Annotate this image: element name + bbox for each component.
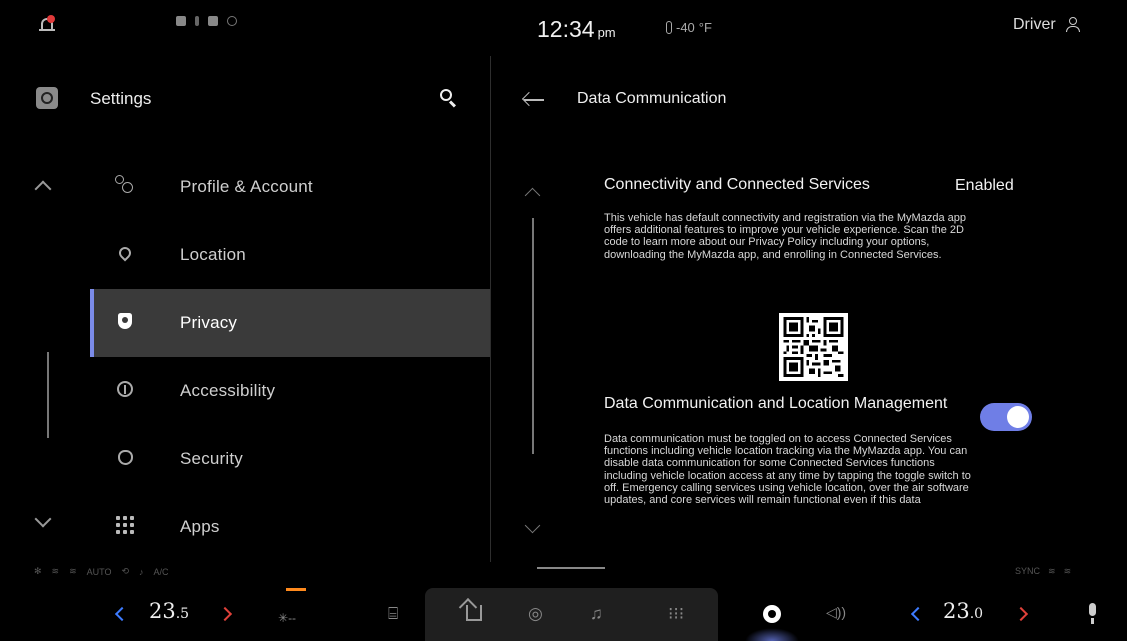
menu-item-label: Accessibility xyxy=(180,381,276,400)
right-temperature: 23.0 xyxy=(943,599,983,623)
connectivity-title: Connectivity and Connected Services xyxy=(604,176,870,193)
bottom-bar: 23.5 ✳-- ⌸ ◎ ♫ ⁝⁝⁝ ◁)) 23.0 xyxy=(0,588,1127,641)
left-temp-down-icon[interactable] xyxy=(114,606,130,622)
right-temp-up-icon[interactable] xyxy=(1013,606,1029,622)
left-temp-int: 23 xyxy=(149,599,176,623)
outside-temp-value: -40 xyxy=(676,20,695,35)
data-communication-toggle[interactable] xyxy=(980,403,1032,431)
fan-speed[interactable]: ✳-- xyxy=(278,611,296,625)
settings-title: Settings xyxy=(90,89,152,108)
driver-label: Driver xyxy=(1013,16,1056,33)
menu-item-apps[interactable]: Apps xyxy=(90,493,490,561)
back-arrow-icon[interactable] xyxy=(521,91,544,108)
notification-bell-icon[interactable] xyxy=(38,14,56,34)
status-bar: 12:34 pm -40 °F Driver xyxy=(0,0,1127,52)
notification-area[interactable] xyxy=(38,14,56,34)
detail-scrollbar[interactable] xyxy=(532,218,534,454)
seat-vent-icon: ≋ xyxy=(1063,566,1072,576)
toggle-knob xyxy=(1007,406,1029,428)
location-pin-icon xyxy=(115,243,135,263)
menu-scroll-down-icon[interactable] xyxy=(34,510,52,528)
security-icon xyxy=(115,447,135,467)
menu-scroll-up-icon[interactable] xyxy=(34,180,52,198)
recirculation-icon: ⟲ xyxy=(121,566,130,576)
connectivity-status: Enabled xyxy=(955,177,1014,194)
menu-item-profile-account[interactable]: Profile & Account xyxy=(90,153,490,221)
volume-icon[interactable]: ◁)) xyxy=(826,604,846,621)
right-temp-down-icon[interactable] xyxy=(910,606,926,622)
menu-item-label: Apps xyxy=(180,517,220,536)
ac-label: A/C xyxy=(153,566,169,577)
data-communication-description: Data communication must be toggled on to… xyxy=(604,433,971,507)
active-glow xyxy=(745,628,799,641)
fan-mode-icon: ✻ xyxy=(34,566,42,576)
climate-status-row: ✻ ≋ ≋ AUTO ⟲ ♪ A/C xyxy=(34,566,169,577)
rear-defrost-icon: ≋ xyxy=(51,566,60,576)
menu-item-privacy[interactable]: Privacy xyxy=(90,289,490,357)
detail-scroll-up-icon[interactable] xyxy=(524,187,541,204)
home-icon[interactable] xyxy=(466,605,482,621)
drive-mode-icon[interactable]: ⌸ xyxy=(388,604,398,624)
message-icon xyxy=(176,16,186,26)
auto-label: AUTO xyxy=(86,566,112,577)
left-temp-dec: .5 xyxy=(175,606,190,622)
seat-heat-icon: ≋ xyxy=(1048,566,1056,576)
settings-app-icon xyxy=(36,87,58,109)
airflow-icon: ♪ xyxy=(139,566,144,577)
panel-divider xyxy=(490,56,491,562)
apps-icon[interactable]: ⁝⁝⁝ xyxy=(668,604,684,624)
qr-code xyxy=(779,313,848,381)
settings-gear-icon[interactable] xyxy=(763,605,781,623)
bluetooth-icon xyxy=(195,16,199,26)
qr-code-graphic xyxy=(783,317,844,377)
profile-account-icon xyxy=(115,175,135,195)
outside-temperature: -40 °F xyxy=(666,20,712,35)
fan-speed-value: -- xyxy=(288,611,297,625)
settings-header: Settings xyxy=(0,70,490,130)
accessibility-icon xyxy=(115,379,135,399)
navigation-icon[interactable]: ◎ xyxy=(528,604,543,624)
menu-item-label: Profile & Account xyxy=(180,177,313,196)
clock: 12:34 pm xyxy=(537,16,616,43)
person-icon xyxy=(1065,17,1080,33)
driver-profile[interactable]: Driver xyxy=(1013,16,1080,34)
phone-icon xyxy=(208,16,218,26)
detail-title: Data Communication xyxy=(577,90,727,107)
menu-item-location[interactable]: Location xyxy=(90,221,490,289)
search-icon[interactable] xyxy=(440,89,458,108)
outside-temp-unit: °F xyxy=(698,20,712,35)
menu-item-accessibility[interactable]: Accessibility xyxy=(90,357,490,425)
left-temperature: 23.5 xyxy=(149,599,189,623)
clock-time: 12:34 xyxy=(537,16,595,42)
front-defrost-icon: ≋ xyxy=(69,566,77,576)
settings-menu: Profile & Account Location Privacy Acces… xyxy=(90,153,490,561)
menu-item-label: Location xyxy=(180,245,246,264)
menu-item-security[interactable]: Security xyxy=(90,425,490,493)
apps-grid-icon xyxy=(115,515,135,535)
menu-scrollbar[interactable] xyxy=(47,352,49,438)
climate-sync-row: SYNC ≋ ≋ xyxy=(1015,566,1071,577)
microphone-icon[interactable] xyxy=(1089,603,1096,624)
clock-ampm: pm xyxy=(597,25,616,40)
privacy-shield-icon xyxy=(115,311,135,331)
detail-horizontal-indicator xyxy=(537,567,605,569)
right-temp-dec: .0 xyxy=(969,606,984,622)
detail-scroll-down-icon[interactable] xyxy=(524,517,541,534)
music-icon[interactable]: ♫ xyxy=(590,604,603,624)
menu-item-label: Privacy xyxy=(180,313,238,332)
right-temp-int: 23 xyxy=(943,599,970,623)
data-communication-title: Data Communication and Location Manageme… xyxy=(604,395,948,412)
sync-label: SYNC xyxy=(1015,566,1041,576)
thermometer-icon xyxy=(666,21,672,34)
connectivity-description: This vehicle has default connectivity an… xyxy=(604,212,966,261)
fan-level-indicator xyxy=(286,588,306,591)
status-indicators xyxy=(176,16,237,26)
menu-item-label: Security xyxy=(180,449,244,468)
left-temp-up-icon[interactable] xyxy=(217,606,233,622)
wifi-icon xyxy=(227,16,237,26)
